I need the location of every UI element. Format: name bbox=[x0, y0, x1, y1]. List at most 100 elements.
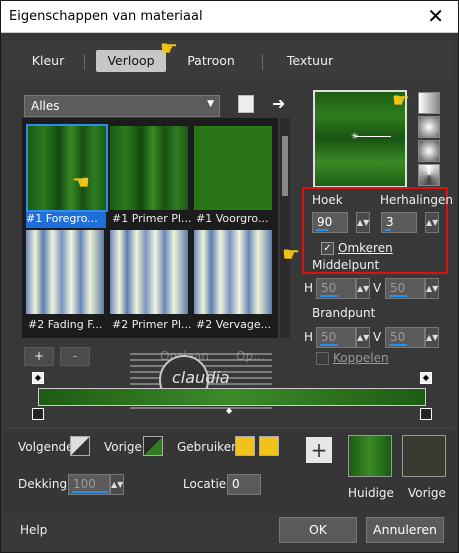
center-h-spinner[interactable]: ▲▼ bbox=[356, 278, 370, 299]
gradient-swatch[interactable] bbox=[26, 124, 108, 212]
cancel-button[interactable]: Annuleren bbox=[366, 517, 444, 543]
opacity-input[interactable]: 100 bbox=[68, 474, 110, 495]
angle-value: 90 bbox=[317, 215, 333, 229]
rectangular-style-button[interactable] bbox=[418, 116, 440, 138]
chevron-down-icon: ▼ bbox=[207, 99, 214, 109]
color-stop-left[interactable] bbox=[32, 408, 44, 420]
help-link[interactable]: Help bbox=[20, 523, 47, 537]
midpoint-marker-icon[interactable]: ◆ bbox=[226, 406, 232, 415]
current-material-preview[interactable] bbox=[348, 435, 392, 477]
radial-style-button[interactable] bbox=[418, 140, 440, 162]
tab-kleur[interactable]: Kleur bbox=[16, 50, 80, 72]
previous-material-label: Vorige bbox=[408, 486, 446, 500]
focal-v-input[interactable]: 50 bbox=[385, 327, 425, 348]
value-bar bbox=[389, 344, 407, 346]
opacity-stop-right[interactable]: ◆ bbox=[420, 372, 432, 384]
focal-v-spinner[interactable]: ▲▼ bbox=[425, 327, 439, 348]
gradient-swatch[interactable] bbox=[110, 230, 188, 314]
center-v-spinner[interactable]: ▲▼ bbox=[425, 278, 439, 299]
opacity-label: Dekking: bbox=[18, 477, 72, 491]
linear-style-button[interactable] bbox=[418, 92, 440, 114]
gradient-swatch[interactable] bbox=[110, 126, 188, 210]
pointing-hand-icon: ☛ bbox=[392, 88, 410, 112]
focal-h-value: 50 bbox=[321, 330, 337, 344]
user-color-swatch[interactable] bbox=[235, 436, 255, 456]
center-h-value: 50 bbox=[321, 281, 337, 295]
repeats-label: Herhalingen bbox=[380, 193, 453, 207]
pointing-hand-icon: ☚ bbox=[72, 170, 90, 194]
center-h-label: H bbox=[304, 281, 314, 295]
arrow-right-icon[interactable]: ➜ bbox=[272, 94, 285, 113]
gradient-caption: #1 Primer Pl... bbox=[112, 212, 192, 225]
gradient-caption: #2 Vervage... bbox=[196, 318, 272, 331]
angle-spinner[interactable]: ▲▼ bbox=[356, 212, 370, 233]
color-stop-right[interactable] bbox=[420, 408, 432, 420]
value-bar bbox=[72, 491, 108, 493]
focal-h-spinner[interactable]: ▲▼ bbox=[356, 327, 370, 348]
opacity-spinner[interactable]: ▲▼ bbox=[110, 474, 124, 495]
location-input[interactable]: 0 bbox=[227, 474, 261, 495]
gradient-caption: #1 Foregro... bbox=[26, 212, 106, 228]
center-h-input[interactable]: 50 bbox=[316, 278, 356, 299]
value-bar bbox=[320, 344, 338, 346]
center-handle-icon[interactable]: ✳ bbox=[351, 132, 359, 142]
center-v-input[interactable]: 50 bbox=[385, 278, 425, 299]
tab-textuur[interactable]: Textuur bbox=[274, 50, 346, 72]
focal-h-input[interactable]: 50 bbox=[316, 327, 356, 348]
current-label: Huidige bbox=[348, 486, 394, 500]
scrollbar-thumb[interactable] bbox=[282, 136, 288, 196]
book-icon[interactable] bbox=[238, 95, 254, 113]
remove-gradient-button[interactable]: - bbox=[60, 347, 90, 366]
add-gradient-button[interactable]: + bbox=[24, 347, 54, 366]
value-bar bbox=[316, 229, 328, 231]
angle-input[interactable]: 90 bbox=[312, 212, 348, 233]
gradient-caption: #2 Fading F... bbox=[28, 318, 103, 331]
gradient-caption: #1 Voorgro... bbox=[196, 212, 269, 225]
center-v-value: 50 bbox=[390, 281, 406, 295]
previous-material-preview[interactable] bbox=[402, 435, 446, 477]
tab-patroon[interactable]: Patroon bbox=[176, 50, 246, 72]
focal-point-label: Brandpunt bbox=[312, 306, 376, 320]
value-bar bbox=[389, 295, 407, 297]
tab-verloop[interactable]: Verloop bbox=[96, 50, 166, 72]
location-value: 0 bbox=[232, 477, 240, 491]
pointing-hand-icon: ☛ bbox=[282, 242, 300, 266]
center-v-label: V bbox=[373, 281, 382, 295]
ok-button[interactable]: OK bbox=[279, 517, 357, 543]
gradient-swatch[interactable] bbox=[26, 230, 104, 314]
gradient-editor-bar[interactable] bbox=[38, 388, 426, 406]
center-label: Middelpunt bbox=[312, 258, 380, 272]
tab-divider bbox=[262, 54, 263, 70]
opacity-stop-left[interactable]: ◆ bbox=[32, 372, 44, 384]
gallery-scrollbar[interactable] bbox=[280, 118, 290, 338]
gradient-swatch[interactable] bbox=[194, 126, 272, 210]
angle-label: Hoek bbox=[312, 193, 343, 207]
close-icon[interactable]: ✕ bbox=[427, 4, 444, 28]
user-color-swatch-2[interactable] bbox=[259, 436, 279, 456]
repeats-spinner[interactable]: ▲▼ bbox=[425, 212, 439, 233]
select-value: Alles bbox=[31, 99, 60, 113]
user-label: Gebruiker: bbox=[177, 440, 240, 454]
gradient-caption: #2 Primer Pl... bbox=[112, 318, 192, 331]
invert-checkbox[interactable]: ✓ bbox=[321, 242, 334, 255]
opacity-value: 100 bbox=[73, 477, 96, 491]
invert-label[interactable]: Omkeren bbox=[338, 241, 393, 255]
gradient-swatch[interactable] bbox=[194, 230, 272, 314]
gradient-category-select[interactable]: Alles ▼ bbox=[24, 95, 220, 117]
value-bar bbox=[320, 295, 338, 297]
focal-h-label: H bbox=[304, 330, 314, 344]
add-swatch-button[interactable]: + bbox=[306, 437, 332, 463]
next-color-swatch[interactable] bbox=[70, 436, 90, 456]
link-checkbox[interactable] bbox=[316, 352, 329, 365]
tab-divider bbox=[84, 54, 85, 70]
repeats-value: 3 bbox=[386, 215, 394, 229]
repeats-input[interactable]: 3 bbox=[381, 212, 417, 233]
previous-color-swatch[interactable] bbox=[143, 436, 163, 456]
previous-label: Vorige: bbox=[104, 440, 146, 454]
focal-v-label: V bbox=[373, 330, 382, 344]
sunburst-style-button[interactable] bbox=[418, 164, 440, 186]
angle-handle-line bbox=[355, 136, 391, 137]
focal-v-value: 50 bbox=[390, 330, 406, 344]
link-label[interactable]: Koppelen bbox=[333, 351, 389, 365]
watermark-text: claudia bbox=[172, 368, 230, 387]
